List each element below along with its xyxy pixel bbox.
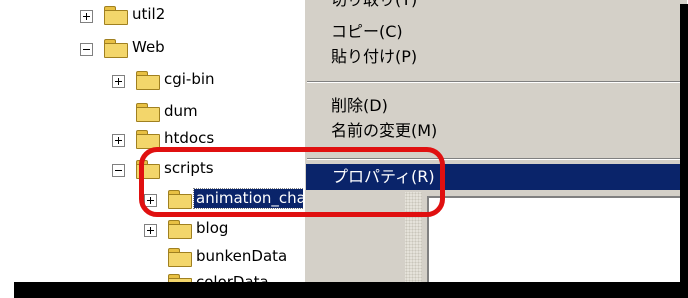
collapse-icon[interactable] [112,164,125,177]
folder-icon [136,130,160,149]
frame-shadow-bottom [14,282,688,298]
menu-separator [307,81,687,83]
expand-icon[interactable] [144,224,157,237]
expand-icon[interactable] [112,75,125,88]
tree-item-label: htdocs [164,129,215,147]
menu-item-delete[interactable]: 削除(D) [331,96,388,116]
explorer-window: util2 Web cgi-bin dum htdocs scripts ani… [6,0,687,282]
folder-icon [168,274,192,282]
folder-tree: util2 Web cgi-bin dum htdocs scripts ani… [6,0,306,282]
menu-item-rename[interactable]: 名前の変更(M) [331,121,437,141]
folder-icon [168,220,192,239]
folder-icon [168,248,192,267]
tree-item-label: Web [132,38,165,56]
tree-item-label: colorData [196,273,269,282]
tree-item-label: dum [164,102,198,120]
folder-icon [136,103,160,122]
folder-icon [104,6,128,25]
expand-icon[interactable] [80,10,93,23]
expand-icon[interactable] [112,134,125,147]
menu-item-copy[interactable]: コピー(C) [331,22,403,42]
tree-item-label: blog [196,219,229,237]
collapse-icon[interactable] [80,43,93,56]
callout-highlight [139,147,445,217]
tree-item-label: util2 [132,5,166,23]
folder-icon [104,39,128,58]
right-pane-content [427,196,687,282]
tree-item-label: bunkenData [196,247,288,265]
tree-item-label: cgi-bin [164,70,215,88]
menu-item-paste[interactable]: 貼り付け(P) [331,47,417,67]
context-menu-edge [303,0,305,282]
menu-item-cut[interactable]: 切り取り(T) [331,0,417,10]
folder-icon [136,71,160,90]
frame-shadow-right [680,4,688,298]
